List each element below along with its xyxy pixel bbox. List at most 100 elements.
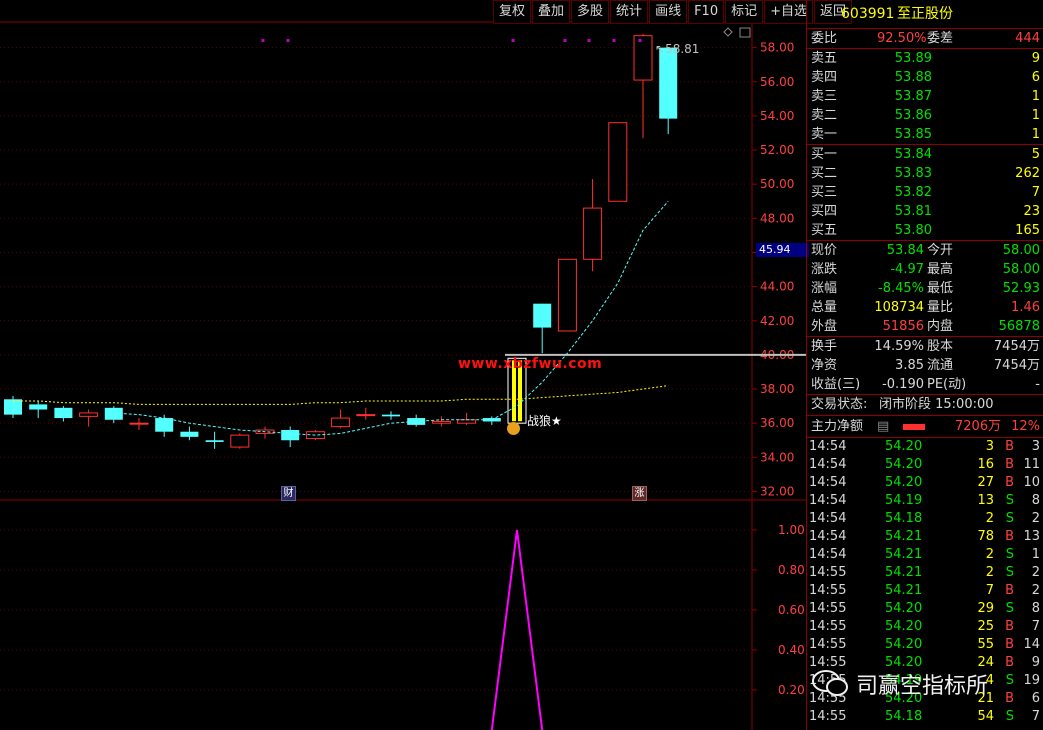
max-price-label: ↖58.81 xyxy=(655,42,700,56)
stock-code: 603991 xyxy=(841,6,895,22)
stat-value: 58.00 xyxy=(1002,262,1040,277)
y-tick-label: 54.00 xyxy=(760,109,794,123)
stat-label: 总量 xyxy=(811,300,838,315)
tick-row: 14:55 54.21 2 S 2 xyxy=(807,564,1043,582)
candle-body xyxy=(331,417,351,428)
stat-value: -4.97 xyxy=(890,262,924,277)
sell-row: 卖一 53.85 1 xyxy=(807,125,1043,144)
stat-label: 换手 xyxy=(811,339,838,354)
toolbar-button-1[interactable]: 叠加 xyxy=(532,0,571,24)
y-tick-label: 52.00 xyxy=(760,143,794,157)
tick-price: 54.20 xyxy=(885,637,923,652)
stat-row: 外盘 51856 内盘 56878 xyxy=(807,317,1043,336)
tick-time: 14:54 xyxy=(809,511,847,526)
toolbar-button-5[interactable]: F10 xyxy=(688,0,725,24)
stat-row: 净资 3.85 流通 7454万 xyxy=(807,356,1043,375)
tick-count: 6 xyxy=(1031,691,1040,706)
stat-label: 内盘 xyxy=(927,319,954,334)
buy-row: 买四 53.81 23 xyxy=(807,202,1043,221)
kline-chart[interactable]: 58.0056.0054.0052.0050.0048.0046.0044.00… xyxy=(0,0,806,730)
tick-count: 10 xyxy=(1023,475,1040,490)
tick-volume: 29 xyxy=(977,601,994,616)
stat-row: 换手 14.59% 股本 7454万 xyxy=(807,337,1043,356)
stock-title: 603991 至正股份 xyxy=(807,0,1043,29)
tick-price: 54.21 xyxy=(885,547,923,562)
stat-value: 1.46 xyxy=(1011,300,1040,315)
ma-long-line xyxy=(13,385,669,405)
list-icon[interactable]: ▤ xyxy=(877,416,889,437)
tick-price: 54.20 xyxy=(885,619,923,634)
tick-row: 14:54 54.19 13 S 8 xyxy=(807,492,1043,510)
event-badge-limit-up[interactable]: 涨 xyxy=(632,486,647,501)
tick-row: 14:55 54.18 54 S 7 xyxy=(807,708,1043,726)
tick-volume: 27 xyxy=(977,475,994,490)
toolbar-button-4[interactable]: 画线 xyxy=(649,0,688,24)
tick-time: 14:55 xyxy=(809,709,847,724)
order-price: 53.86 xyxy=(894,108,932,123)
candle-body xyxy=(659,47,678,119)
toolbar-button-2[interactable]: 多股 xyxy=(571,0,610,24)
tick-side: B xyxy=(1005,529,1014,544)
sell-row: 卖三 53.87 1 xyxy=(807,87,1043,106)
tick-count: 11 xyxy=(1023,457,1040,472)
stat-label: PE(动) xyxy=(927,377,967,392)
order-volume: 262 xyxy=(1015,166,1040,181)
flow-bar xyxy=(903,424,925,430)
toolbar-button-6[interactable]: 标记 xyxy=(725,0,764,24)
tick-count: 2 xyxy=(1031,565,1040,580)
stat-value: -8.45% xyxy=(878,281,924,296)
buy-row: 买二 53.83 262 xyxy=(807,164,1043,183)
candle-body xyxy=(155,418,174,432)
y-tick-label: 34.00 xyxy=(760,450,794,464)
tick-count: 3 xyxy=(1031,439,1040,454)
stock-name: 至正股份 xyxy=(897,6,953,22)
candle-body xyxy=(583,207,603,260)
y-tick-label: 38.00 xyxy=(760,382,794,396)
candle-body xyxy=(54,407,73,419)
chart-toolbar: 复权 叠加 多股 统计 画线 F10 标记 +自选 返回 xyxy=(492,0,853,24)
weibi-row: 委比 92.50% 委差 444 xyxy=(807,29,1043,49)
toolbar-button-3[interactable]: 统计 xyxy=(610,0,649,24)
sub-signal-line xyxy=(490,529,544,730)
candle-body xyxy=(557,258,577,332)
tick-price: 54.18 xyxy=(885,511,923,526)
tick-count: 8 xyxy=(1031,601,1040,616)
toolbar-button-0[interactable]: 复权 xyxy=(493,0,532,24)
sub-y-tick-label: 0.60 xyxy=(778,603,805,617)
tick-price: 54.20 xyxy=(885,439,923,454)
event-badge-finance[interactable]: 财 xyxy=(281,486,296,501)
tick-count: 2 xyxy=(1031,583,1040,598)
order-volume: 5 xyxy=(1031,147,1040,162)
order-volume: 6 xyxy=(1031,70,1040,85)
tick-row: 14:54 54.18 2 S 2 xyxy=(807,510,1043,528)
stat-label: 流通 xyxy=(927,358,954,373)
tick-price: 54.20 xyxy=(885,457,923,472)
stat-label: 收益(三) xyxy=(811,377,861,392)
stat-row: 总量 108734 量比 1.46 xyxy=(807,298,1043,317)
stat-value: 108734 xyxy=(874,300,924,315)
arrow-icon: ↖ xyxy=(655,42,666,56)
tick-volume: 7 xyxy=(985,583,994,598)
tick-volume: 78 xyxy=(977,529,994,544)
stat-value: 58.00 xyxy=(1002,243,1040,258)
signal-dot xyxy=(587,39,591,42)
candle-body xyxy=(356,414,376,417)
sell-row: 卖四 53.88 6 xyxy=(807,68,1043,87)
order-price: 53.80 xyxy=(894,223,932,238)
tick-volume: 54 xyxy=(977,709,994,724)
stat-value: 52.93 xyxy=(1002,281,1040,296)
tick-side: B xyxy=(1005,583,1014,598)
order-volume: 9 xyxy=(1031,51,1040,66)
sell-row: 卖二 53.86 1 xyxy=(807,106,1043,125)
stat-row: 收益(三) -0.190 PE(动) - xyxy=(807,375,1043,394)
tick-side: S xyxy=(1005,493,1014,508)
signal-dot xyxy=(638,39,642,42)
strategy-annotation: 战狼★ xyxy=(527,414,562,428)
stat-row: 现价 53.84 今开 58.00 xyxy=(807,241,1043,260)
candle-body xyxy=(4,399,22,415)
order-volume: 165 xyxy=(1015,223,1040,238)
stat-value: 7454万 xyxy=(993,358,1040,373)
signal-dot xyxy=(261,39,265,42)
y-tick-label: 56.00 xyxy=(760,75,794,89)
tick-time: 14:55 xyxy=(809,565,847,580)
